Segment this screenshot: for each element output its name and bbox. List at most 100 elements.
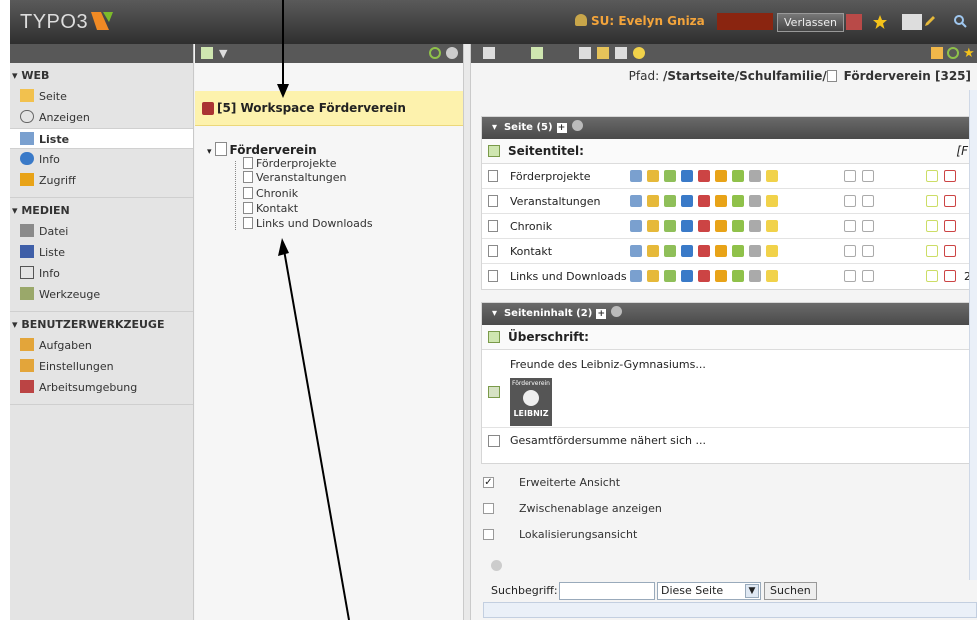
move-arrow-icon[interactable]	[844, 220, 856, 232]
localization-checkbox[interactable]	[483, 529, 494, 540]
tree-node[interactable]: Förderprojekte	[243, 157, 337, 170]
bookmark-star-icon[interactable]: ★	[963, 46, 975, 61]
module-einstellungen[interactable]: Einstellungen	[10, 356, 193, 377]
help-icon[interactable]	[446, 47, 458, 59]
module-web-liste[interactable]: Liste	[10, 128, 193, 149]
filter-icon[interactable]: ▼	[219, 47, 227, 60]
row-action-icon[interactable]	[749, 220, 761, 232]
row-action-icon[interactable]	[766, 220, 778, 232]
move-arrow-icon[interactable]	[844, 245, 856, 257]
row-action-icon[interactable]	[647, 245, 659, 257]
row-action-icon[interactable]	[647, 220, 659, 232]
column-header[interactable]: Überschrift:	[482, 325, 974, 350]
view-icon[interactable]	[483, 47, 495, 59]
add-content-icon[interactable]: +	[596, 309, 607, 319]
workspace-icon[interactable]	[846, 14, 862, 30]
content-panel-header[interactable]: ▾ Seiteninhalt (2) +	[482, 303, 974, 325]
row-action-icon[interactable]	[664, 270, 676, 282]
refresh-icon[interactable]	[429, 47, 441, 59]
tree-node[interactable]: Kontakt	[243, 202, 298, 215]
module-web-info[interactable]: Info	[10, 149, 193, 170]
move-arrow-icon[interactable]	[862, 170, 874, 182]
table-row[interactable]: Veranstaltungen	[482, 189, 974, 214]
row-action-icon[interactable]	[732, 195, 744, 207]
row-action-icon[interactable]	[732, 245, 744, 257]
panel-splitter[interactable]	[463, 44, 471, 620]
row-action-icon[interactable]	[681, 170, 693, 182]
move-arrow-icon[interactable]	[844, 170, 856, 182]
row-action-icon[interactable]	[647, 270, 659, 282]
row-action-icon[interactable]	[681, 270, 693, 282]
row-action-icon[interactable]	[749, 195, 761, 207]
collapse-icon[interactable]: ▾	[207, 147, 212, 157]
copy-icon[interactable]	[926, 170, 938, 182]
row-action-icon[interactable]	[630, 270, 642, 282]
row-action-icon[interactable]	[715, 170, 727, 182]
row-action-icon[interactable]	[698, 245, 710, 257]
row-action-icon[interactable]	[732, 270, 744, 282]
tree-node[interactable]: Links und Downloads	[243, 217, 373, 230]
pages-panel-header[interactable]: ▾ Seite (5) +	[482, 117, 974, 139]
row-action-icon[interactable]	[766, 245, 778, 257]
copy-icon[interactable]	[926, 270, 938, 282]
module-web-zugriff[interactable]: Zugriff	[10, 170, 193, 191]
leave-button[interactable]: Verlassen	[777, 13, 844, 32]
delete-icon[interactable]	[944, 170, 956, 182]
hint-icon[interactable]	[633, 47, 645, 59]
row-action-icon[interactable]	[664, 220, 676, 232]
row-action-icon[interactable]	[766, 195, 778, 207]
table-row[interactable]: Links und Downloads 2	[482, 264, 974, 289]
new-content-icon[interactable]	[488, 331, 500, 343]
row-action-icon[interactable]	[698, 220, 710, 232]
row-action-icon[interactable]	[630, 245, 642, 257]
module-web-anzeigen[interactable]: Anzeigen	[10, 107, 193, 128]
copy-icon[interactable]	[926, 195, 938, 207]
column-header[interactable]: Seitentitel: [F	[482, 139, 974, 164]
row-action-icon[interactable]	[766, 270, 778, 282]
search-icon[interactable]	[953, 14, 969, 30]
row-action-icon[interactable]	[630, 195, 642, 207]
row-action-icon[interactable]	[698, 195, 710, 207]
row-action-icon[interactable]	[715, 270, 727, 282]
row-action-icon[interactable]	[732, 220, 744, 232]
copy-icon[interactable]	[615, 47, 627, 59]
section-benutzerwerkzeuge[interactable]: ▾ BENUTZERWERKZEUGE	[10, 312, 193, 335]
move-icon[interactable]	[579, 47, 591, 59]
help-icon[interactable]	[571, 120, 583, 131]
section-web[interactable]: ▾ WEB	[10, 63, 193, 86]
new-page-icon[interactable]	[488, 145, 500, 157]
row-action-icon[interactable]	[715, 195, 727, 207]
row-action-icon[interactable]	[732, 170, 744, 182]
module-medien-datei[interactable]: Datei	[10, 221, 193, 242]
row-action-icon[interactable]	[630, 220, 642, 232]
move-arrow-icon[interactable]	[862, 245, 874, 257]
move-arrow-icon[interactable]	[862, 270, 874, 282]
content-row[interactable]: Gesamtfördersumme nähert sich ...	[482, 428, 974, 454]
delete-icon[interactable]	[944, 220, 956, 232]
row-action-icon[interactable]	[715, 245, 727, 257]
copy-icon[interactable]	[926, 220, 938, 232]
delete-icon[interactable]	[944, 195, 956, 207]
row-action-icon[interactable]	[681, 245, 693, 257]
edit-pencil-icon[interactable]	[923, 14, 939, 30]
module-aufgaben[interactable]: Aufgaben	[10, 335, 193, 356]
module-web-seite[interactable]: Seite	[10, 86, 193, 107]
new-page-icon[interactable]	[201, 47, 213, 59]
content-row[interactable]: Freunde des Leibniz-Gymnasiums... Förder…	[482, 350, 974, 428]
vertical-scrollbar[interactable]	[969, 90, 977, 580]
row-action-icon[interactable]	[749, 245, 761, 257]
clipboard-checkbox[interactable]	[483, 503, 494, 514]
row-action-icon[interactable]	[664, 195, 676, 207]
tree-node[interactable]: Veranstaltungen	[243, 171, 347, 184]
row-action-icon[interactable]	[664, 170, 676, 182]
row-action-icon[interactable]	[681, 195, 693, 207]
section-medien[interactable]: ▾ MEDIEN	[10, 198, 193, 221]
tree-root-node[interactable]: ▾ Förderverein	[207, 142, 317, 157]
row-action-icon[interactable]	[698, 270, 710, 282]
table-row[interactable]: Chronik	[482, 214, 974, 239]
row-action-icon[interactable]	[749, 270, 761, 282]
row-action-icon[interactable]	[647, 170, 659, 182]
new-record-icon[interactable]	[531, 47, 543, 59]
module-arbeitsumgebung[interactable]: Arbeitsumgebung	[10, 377, 193, 398]
delete-icon[interactable]	[944, 270, 956, 282]
